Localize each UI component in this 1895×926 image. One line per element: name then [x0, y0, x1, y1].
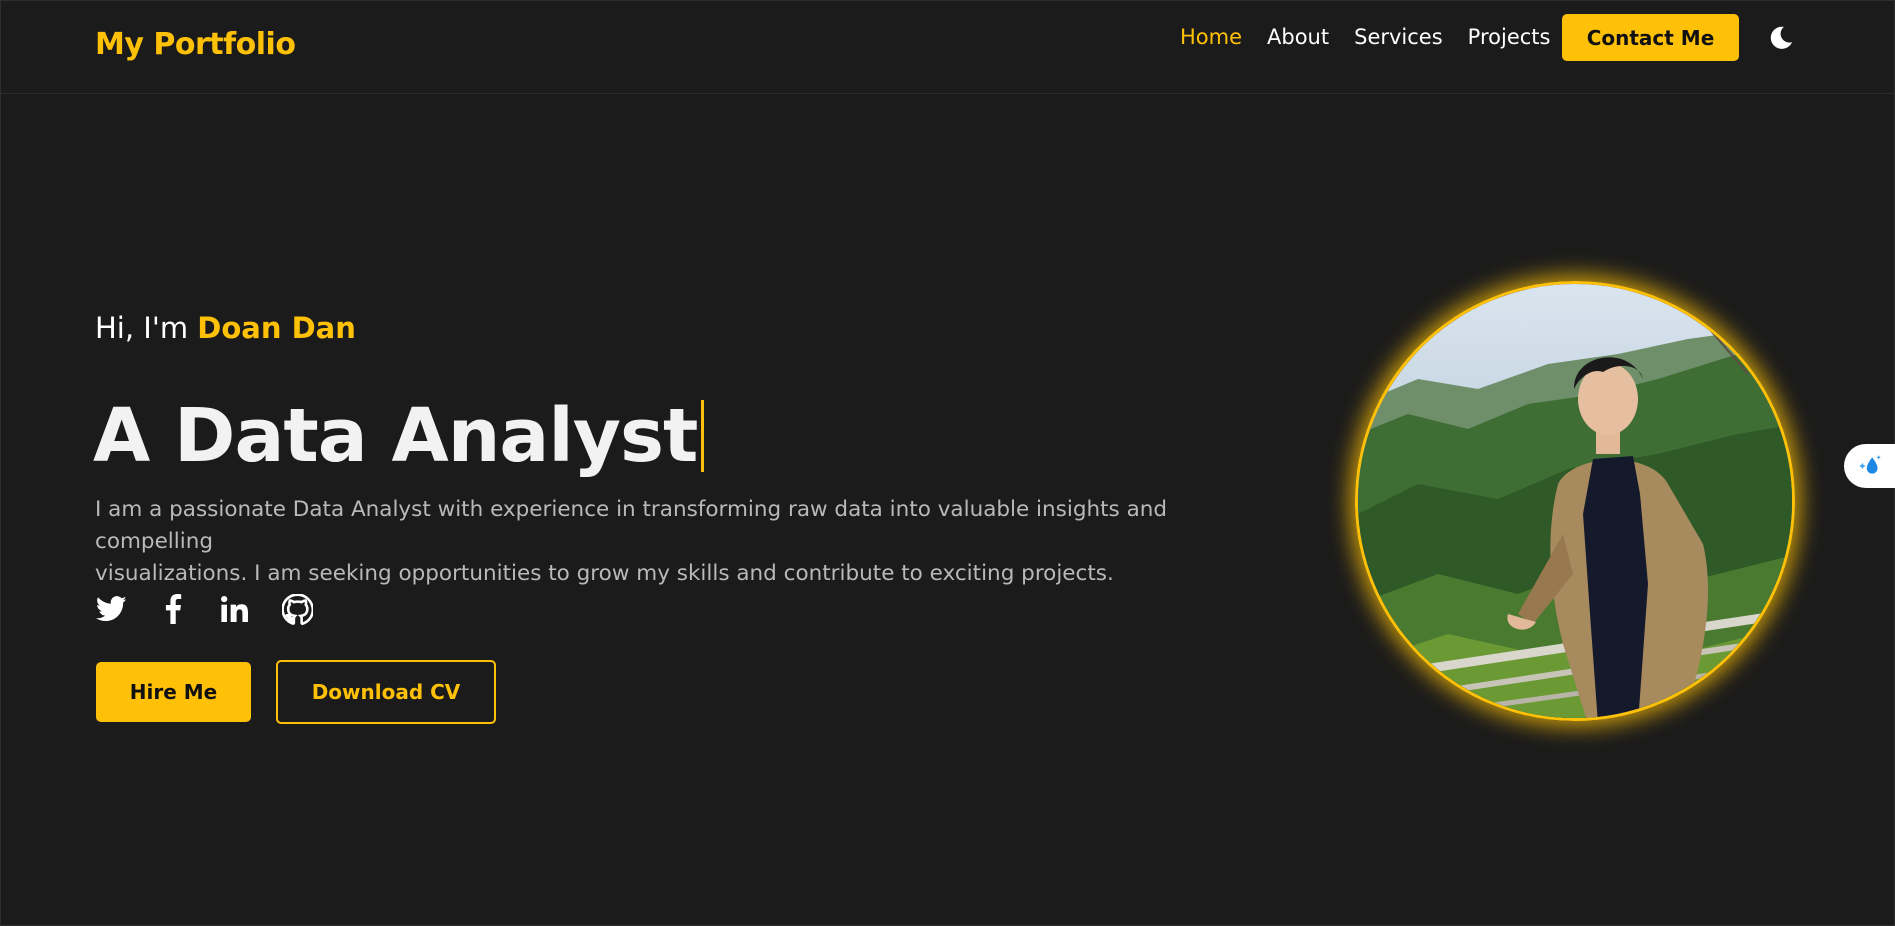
portfolio-page: My Portfolio Home About Services Project… [0, 0, 1895, 926]
site-logo[interactable]: My Portfolio [95, 27, 296, 62]
headline-text: A Data Analyst [93, 393, 698, 479]
intro-text: I am a passionate Data Analyst with expe… [95, 494, 1255, 590]
nav-about[interactable]: About [1267, 25, 1329, 49]
moon-icon[interactable] [1767, 24, 1795, 52]
typing-caret [701, 400, 705, 472]
linkedin-icon[interactable] [219, 593, 251, 625]
download-cv-button[interactable]: Download CV [276, 660, 496, 724]
greeting: Hi, I'm Doan Dan [95, 311, 356, 345]
greeting-prefix: Hi, I'm [95, 311, 189, 345]
assistant-widget-button[interactable] [1844, 444, 1895, 488]
sparkle-drop-icon [1859, 455, 1881, 474]
intro-line-1: I am a passionate Data Analyst with expe… [95, 497, 1168, 554]
nav-home[interactable]: Home [1180, 25, 1242, 49]
nav-services[interactable]: Services [1354, 25, 1443, 49]
github-icon[interactable] [281, 593, 313, 625]
social-links [95, 593, 343, 625]
site-header: My Portfolio Home About Services Project… [1, 1, 1894, 94]
intro-line-2: visualizations. I am seeking opportuniti… [95, 561, 1114, 586]
nav-projects[interactable]: Projects [1468, 25, 1551, 49]
contact-me-button[interactable]: Contact Me [1562, 14, 1739, 61]
profile-photo [1355, 281, 1795, 721]
owner-name: Doan Dan [197, 311, 356, 345]
facebook-icon[interactable] [157, 593, 189, 625]
headline: A Data Analyst [93, 393, 705, 479]
main-nav: Home About Services Projects [1180, 25, 1575, 49]
hire-me-button[interactable]: Hire Me [96, 662, 251, 722]
twitter-icon[interactable] [95, 593, 127, 625]
